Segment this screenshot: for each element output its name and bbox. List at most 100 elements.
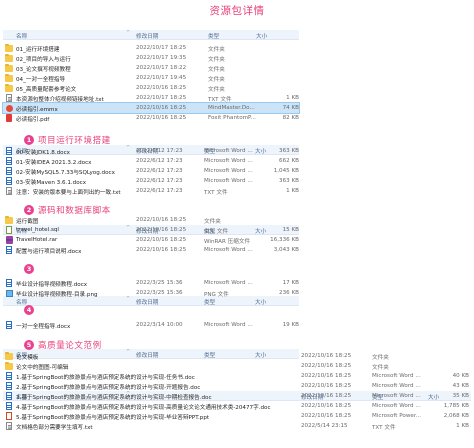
file-type: 文件夹 <box>372 365 389 371</box>
file-row[interactable]: 5.基于SpringBoot的旅游景点与酒店预定系统的设计与实现-毕业答辩PPT… <box>3 411 471 421</box>
file-date: 2022/10/16 18:25 <box>136 247 187 253</box>
file-type: Microsoft Word ... <box>204 148 253 154</box>
file-row[interactable]: 毕业设计指导视频教程-目录.png 2022/3/25 15:36 PNG 文件 23… <box>3 288 299 298</box>
file-date: 2022/3/25 15:36 <box>136 290 183 296</box>
column-date-header[interactable]: 修改日期 <box>136 32 158 40</box>
column-type-header[interactable]: 类型 <box>208 32 219 40</box>
file-type: Microsoft Power... <box>372 413 421 419</box>
file-row[interactable]: 03-安装Maven 3.6.1.docx 2022/6/12 17:23 Micr… <box>3 176 299 186</box>
file-type: Microsoft Word ... <box>204 158 253 164</box>
file-date: 2022/6/12 17:23 <box>136 178 183 184</box>
file-row[interactable]: 04_一对一全程指导 2022/10/17 19:45 文件夹 <box>3 73 299 83</box>
file-type: TXT 文件 <box>204 190 228 196</box>
file-row[interactable]: 运行截图 2022/10/16 18:25 文件夹 <box>3 215 299 225</box>
file-type: WinRAR 压缩文件 <box>204 239 251 245</box>
file-list: 00-安装JDK1.8.docx 2022/6/12 17:23 Microsoft… <box>3 146 299 196</box>
file-row[interactable]: 文档格色部分需要学生填写.txt 2022/5/14 23:15 TXT 文件 1 K… <box>3 421 471 431</box>
file-name: 本资源包整体介绍视频链接地址.txt <box>16 97 104 103</box>
file-name: TravelHotel.rar <box>16 237 58 243</box>
file-date: 2022/10/16 18:25 <box>301 383 352 389</box>
file-row[interactable]: 02-安装MySQL5.7.33与SQLyog.docx 2022/6/12 17… <box>3 166 299 176</box>
section-number-badge: 4 <box>24 305 34 315</box>
file-row[interactable]: travel_hotel.sql 2022/10/16 18:25 SQL 文件 15… <box>3 225 299 235</box>
file-size: 363 KB <box>279 178 299 184</box>
file-date: 2022/10/16 18:25 <box>136 217 187 223</box>
file-date: 2022/10/16 18:25 <box>301 403 352 409</box>
file-row[interactable]: 01-安装IDEA 2021.3.2.docx 2022/6/12 17:23 Mi… <box>3 156 299 166</box>
file-row[interactable]: 必读指引.pdf 2022/10/16 18:25 Foxit PhantomP..… <box>3 113 299 123</box>
section-label: 4 <box>24 305 34 315</box>
column-type-header[interactable]: 类型 <box>204 298 215 306</box>
file-name: 3.基于SpringBoot的旅游景点与酒店预定系统的设计与实现-中期检查报告.… <box>16 395 212 401</box>
file-row[interactable]: 05_高质量配套参考论文 2022/10/16 18:25 文件夹 <box>3 83 299 93</box>
section-label: 2 源码和数据库脚本 <box>24 204 111 216</box>
file-name: 注意：安装的版本要与上面列出的一致.txt <box>16 190 121 196</box>
file-name: 论文中的图图-可编辑 <box>16 365 69 371</box>
file-name: 运行截图 <box>16 219 39 225</box>
file-name: 必读指引.emmx <box>16 107 58 113</box>
file-name: 一对一全程指导.docx <box>16 324 71 330</box>
section-label: 3 <box>24 264 34 274</box>
file-type: 文件夹 <box>208 67 225 73</box>
file-date: 2022/10/17 19:35 <box>136 55 187 61</box>
file-row[interactable]: 1.基于SpringBoot的旅游景点与酒店预定系统的设计与实现-任务书.doc… <box>3 371 471 381</box>
sort-arrow-icon: ^ <box>126 30 131 36</box>
file-row[interactable]: TravelHotel.rar 2022/10/16 18:25 WinRAR 压缩… <box>3 235 299 245</box>
file-size: 74 KB <box>282 105 299 111</box>
file-row[interactable]: 本资源包整体介绍视频链接地址.txt 2022/10/17 18:25 TXT 文件… <box>3 93 299 103</box>
file-size: 82 KB <box>282 115 299 121</box>
file-date: 2022/3/25 15:36 <box>136 280 183 286</box>
file-date: 2022/6/12 17:23 <box>136 168 183 174</box>
file-date: 2022/10/17 18:25 <box>136 45 187 51</box>
file-name: 02_项目的导入与运行 <box>16 57 71 63</box>
file-name: 文档格色部分需要学生填写.txt <box>16 425 93 431</box>
file-type: 文件夹 <box>208 47 225 53</box>
file-row[interactable]: 论文中的图图-可编辑 2022/10/16 18:25 文件夹 <box>3 361 471 371</box>
file-type: Foxit PhantomP... <box>208 115 256 121</box>
file-date: 2022/10/16 18:25 <box>301 373 352 379</box>
file-list: 论文模板 2022/10/16 18:25 文件夹论文中的图图-可编辑 2022/10… <box>3 351 471 431</box>
file-type: SQL 文件 <box>204 229 229 235</box>
column-size-header[interactable]: 大小 <box>255 298 266 306</box>
file-row[interactable]: 毕业设计指导视频教程.docx 2022/3/25 15:36 Microsoft … <box>3 278 299 288</box>
column-size-header[interactable]: 大小 <box>256 32 267 40</box>
file-type: TXT 文件 <box>372 425 396 431</box>
file-size: 40 KB <box>452 373 469 379</box>
file-date: 2022/10/17 18:25 <box>136 95 187 101</box>
file-type: 文件夹 <box>204 219 221 225</box>
file-row[interactable]: 4.基于SpringBoot的旅游景点与酒店预定系统的设计与实现-高质量论文论文… <box>3 401 471 411</box>
section-number-badge: 1 <box>24 135 34 145</box>
file-list: 毕业设计指导视频教程.docx 2022/3/25 15:36 Microsoft … <box>3 278 299 298</box>
file-row[interactable]: 03_论文撰写视频教程 2022/10/17 18:22 文件夹 <box>3 63 299 73</box>
file-name: 01_运行环境搭建 <box>16 47 60 53</box>
file-row[interactable]: 一对一全程指导.docx 2022/3/14 10:00 Microsoft Wor… <box>3 320 299 330</box>
file-size: 16,336 KB <box>270 237 299 243</box>
file-row[interactable]: 必读指引.emmx 2022/10/16 18:25 MindMaster.Do..… <box>2 102 300 114</box>
file-row[interactable]: 3.基于SpringBoot的旅游景点与酒店预定系统的设计与实现-中期检查报告.… <box>3 391 471 401</box>
file-row[interactable]: 01_运行环境搭建 2022/10/17 18:25 文件夹 <box>3 43 299 53</box>
file-row[interactable]: 注意：安装的版本要与上面列出的一致.txt 2022/6/12 17:23 TXT … <box>3 186 299 196</box>
file-list: 01_运行环境搭建 2022/10/17 18:25 文件夹 02_项目的导入与运行 2… <box>2 43 300 123</box>
section-number-badge: 3 <box>24 264 34 274</box>
file-type: Microsoft Word ... <box>372 373 421 379</box>
file-type: Microsoft Word ... <box>372 393 421 399</box>
column-date-header[interactable]: 修改日期 <box>136 298 158 306</box>
file-date: 2022/10/16 18:25 <box>301 363 352 369</box>
file-name: 5.基于SpringBoot的旅游景点与酒店预定系统的设计与实现-毕业答辩PPT… <box>16 415 210 421</box>
file-type: TXT 文件 <box>208 97 232 103</box>
file-row[interactable]: 02_项目的导入与运行 2022/10/17 19:35 文件夹 <box>3 53 299 63</box>
file-date: 2022/10/16 18:25 <box>136 115 187 121</box>
file-row[interactable]: 2.基于SpringBoot的旅游景点与酒店预定系统的设计与实现-开题报告.do… <box>3 381 471 391</box>
file-date: 2022/10/17 19:45 <box>136 75 187 81</box>
file-name: 必读指引.pdf <box>16 117 50 123</box>
file-date: 2022/10/16 18:25 <box>301 413 352 419</box>
file-row[interactable]: 配置与运行项目说明.docx 2022/10/16 18:25 Microsoft … <box>3 245 299 255</box>
file-row[interactable]: 论文模板 2022/10/16 18:25 文件夹 <box>3 351 471 361</box>
file-type: PNG 文件 <box>204 292 229 298</box>
file-name: 配置与运行项目说明.docx <box>16 249 82 255</box>
file-name: 03-安装Maven 3.6.1.docx <box>16 180 87 186</box>
file-date: 2022/6/12 17:23 <box>136 188 183 194</box>
file-row[interactable]: 00-安装JDK1.8.docx 2022/6/12 17:23 Microsoft… <box>3 146 299 156</box>
file-type: MindMaster.Do... <box>208 105 255 111</box>
column-name-header[interactable]: 名称 <box>16 32 27 40</box>
